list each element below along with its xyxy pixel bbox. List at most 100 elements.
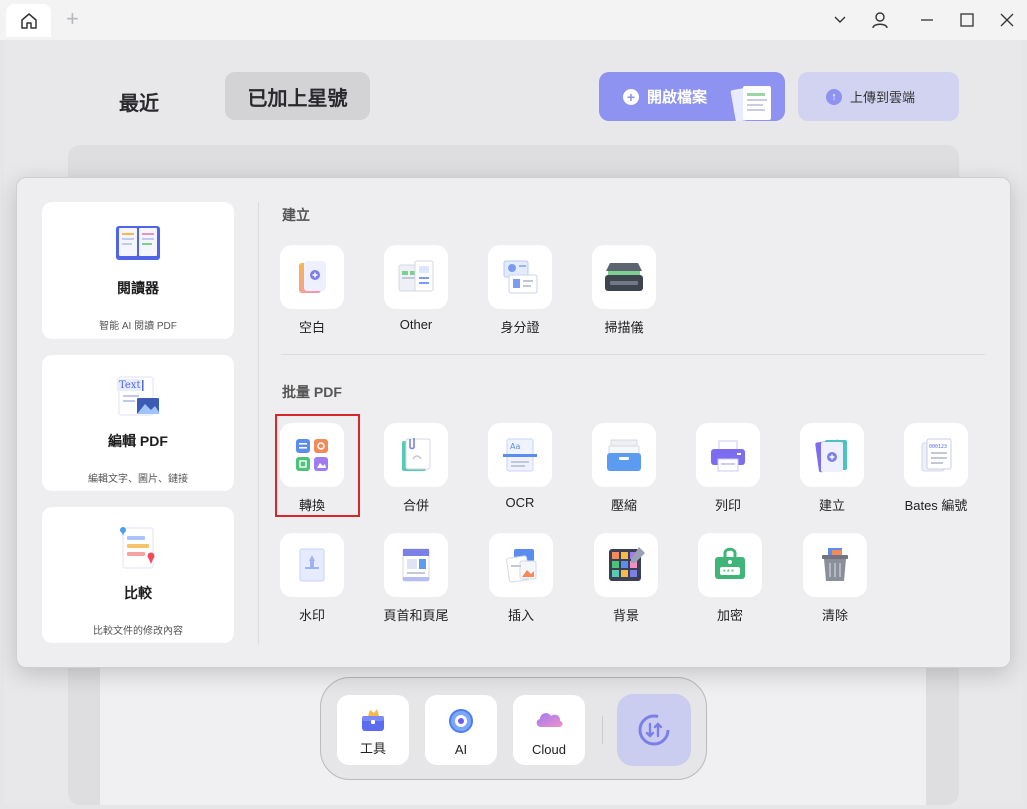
tool-remove[interactable]: 清除 bbox=[789, 533, 881, 627]
ocr-icon: Aa bbox=[488, 423, 552, 487]
compare-subtitle: 比較文件的修改內容 bbox=[93, 626, 183, 637]
edit-pdf-subtitle: 編輯文字、圖片、鏈接 bbox=[88, 474, 188, 485]
upload-label: 上傳到雲端 bbox=[850, 90, 916, 105]
trash-icon bbox=[803, 533, 867, 597]
printer-icon bbox=[696, 423, 760, 487]
tool-remove-label: 清除 bbox=[821, 608, 848, 623]
bottom-dock: 工具 AI Cloud bbox=[320, 677, 707, 780]
tool-other-label: Other bbox=[399, 317, 433, 332]
tool-encrypt[interactable]: *** 加密 bbox=[684, 533, 776, 627]
upload-cloud-button[interactable]: ↑ 上傳到雲端 bbox=[798, 72, 959, 121]
svg-text:000123: 000123 bbox=[929, 444, 947, 450]
dock-ai-label: AI bbox=[454, 742, 468, 757]
tool-bates[interactable]: 000123 Bates 編號 bbox=[890, 423, 982, 517]
svg-text:Aa: Aa bbox=[510, 442, 520, 451]
tool-print[interactable]: 列印 bbox=[682, 423, 774, 517]
edit-text-icon: Text bbox=[113, 373, 163, 419]
other-docs-icon bbox=[384, 245, 448, 309]
home-tab[interactable] bbox=[6, 4, 51, 37]
compare-title: 比較 bbox=[124, 585, 152, 601]
id-card-icon bbox=[488, 245, 552, 309]
header-footer-icon bbox=[384, 533, 448, 597]
bates-icon: 000123 bbox=[904, 423, 968, 487]
documents-icon bbox=[730, 86, 771, 121]
edit-pdf-card[interactable]: Text 編輯 PDF 編輯文字、圖片、鏈接 bbox=[42, 355, 234, 491]
tool-id-card-label: 身分證 bbox=[500, 320, 540, 335]
maximize-icon[interactable] bbox=[955, 8, 979, 32]
tool-other[interactable]: Other bbox=[370, 245, 462, 339]
tool-watermark[interactable]: 水印 bbox=[266, 533, 358, 627]
tool-background-label: 背景 bbox=[612, 608, 639, 623]
tab-starred[interactable]: 已加上星號 bbox=[225, 72, 370, 120]
dock-cloud-label: Cloud bbox=[532, 742, 566, 757]
tool-id-card[interactable]: 身分證 bbox=[474, 245, 566, 339]
tool-encrypt-label: 加密 bbox=[716, 608, 743, 623]
svg-text:Text: Text bbox=[119, 380, 140, 391]
tool-print-label: 列印 bbox=[714, 498, 741, 513]
toolbox-icon bbox=[362, 709, 384, 731]
tool-create-label: 建立 bbox=[818, 498, 845, 513]
dock-tools-label: 工具 bbox=[359, 741, 386, 756]
tool-merge[interactable]: 合併 bbox=[370, 423, 462, 517]
tool-blank-label: 空白 bbox=[298, 320, 325, 335]
tool-background[interactable]: 背景 bbox=[580, 533, 672, 627]
background-icon bbox=[594, 533, 658, 597]
tool-create[interactable]: 建立 bbox=[786, 423, 878, 517]
dock-ai-button[interactable]: AI bbox=[425, 695, 497, 765]
tool-header-footer[interactable]: 頁首和頁尾 bbox=[370, 533, 462, 627]
reader-card[interactable]: 閱讀器 智能 AI 閱讀 PDF bbox=[42, 202, 234, 339]
tool-bates-label: Bates 編號 bbox=[904, 498, 968, 513]
book-icon bbox=[113, 220, 163, 266]
dock-tools-button[interactable]: 工具 bbox=[337, 695, 409, 765]
plus-circle-icon: + bbox=[623, 88, 639, 105]
sync-icon bbox=[638, 714, 670, 746]
blank-doc-icon bbox=[280, 245, 344, 309]
tool-scanner-label: 掃描儀 bbox=[604, 320, 644, 335]
ai-icon bbox=[449, 709, 473, 733]
reader-title: 閱讀器 bbox=[117, 280, 159, 296]
vertical-divider bbox=[258, 202, 259, 644]
tool-scanner[interactable]: 掃描儀 bbox=[578, 245, 670, 339]
tools-overlay: 閱讀器 智能 AI 閱讀 PDF Text 編輯 PDF 編輯文字、圖片、鏈接 bbox=[16, 177, 1011, 668]
upload-arrow-icon: ↑ bbox=[826, 88, 842, 105]
compress-icon bbox=[592, 423, 656, 487]
tool-header-footer-label: 頁首和頁尾 bbox=[383, 608, 449, 623]
insert-icon bbox=[489, 533, 553, 597]
close-icon[interactable] bbox=[995, 8, 1019, 32]
merge-icon bbox=[384, 423, 448, 487]
watermark-icon bbox=[280, 533, 344, 597]
tab-recent[interactable]: 最近 bbox=[119, 87, 159, 116]
tool-blank[interactable]: 空白 bbox=[266, 245, 358, 339]
selected-tool-highlight bbox=[275, 414, 360, 517]
open-file-button[interactable]: + 開啟檔案 bbox=[599, 72, 785, 121]
dock-sync-button[interactable] bbox=[617, 694, 691, 766]
tool-compress-label: 壓縮 bbox=[610, 498, 637, 513]
scanner-icon bbox=[592, 245, 656, 309]
dock-cloud-button[interactable]: Cloud bbox=[513, 695, 585, 765]
lock-icon: *** bbox=[698, 533, 762, 597]
account-icon[interactable] bbox=[868, 8, 892, 32]
chevron-down-icon[interactable] bbox=[828, 8, 852, 32]
cloud-icon bbox=[536, 713, 563, 727]
compare-icon bbox=[115, 525, 161, 571]
tool-compress[interactable]: 壓縮 bbox=[578, 423, 670, 517]
tool-merge-label: 合併 bbox=[402, 498, 429, 513]
reader-subtitle: 智能 AI 閱讀 PDF bbox=[99, 321, 177, 332]
batch-section-title: 批量 PDF bbox=[282, 384, 342, 400]
new-tab-button[interactable]: + bbox=[66, 8, 79, 30]
create-icon bbox=[800, 423, 864, 487]
tool-ocr[interactable]: Aa OCR bbox=[474, 423, 566, 517]
tool-watermark-label: 水印 bbox=[298, 608, 325, 623]
title-bar: + bbox=[0, 0, 1027, 40]
svg-text:***: *** bbox=[722, 568, 735, 576]
tool-insert[interactable]: 插入 bbox=[475, 533, 567, 627]
tool-insert-label: 插入 bbox=[507, 608, 534, 623]
tab-starred-label: 已加上星號 bbox=[247, 87, 348, 110]
dock-separator bbox=[602, 716, 603, 744]
open-file-label: 開啟檔案 bbox=[647, 89, 708, 106]
minimize-icon[interactable] bbox=[915, 8, 939, 32]
horizontal-divider bbox=[281, 354, 985, 355]
home-icon bbox=[20, 12, 37, 29]
tool-ocr-label: OCR bbox=[505, 495, 535, 510]
compare-card[interactable]: 比較 比較文件的修改內容 bbox=[42, 507, 234, 643]
